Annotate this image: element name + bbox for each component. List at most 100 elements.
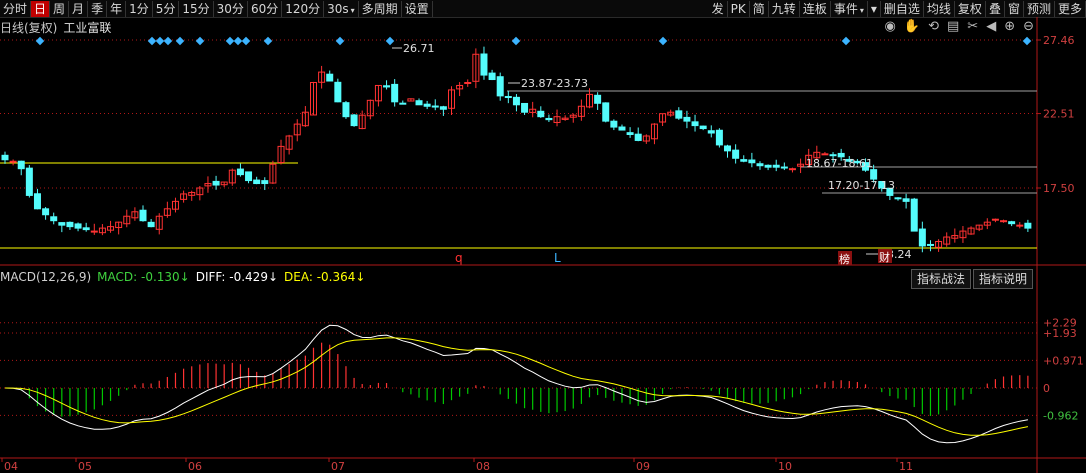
candle-body (699, 125, 707, 130)
candle-body (829, 154, 837, 157)
candle-body (870, 169, 878, 180)
event-marker (175, 36, 185, 46)
candle-body (756, 163, 764, 167)
candle-body (488, 72, 496, 81)
x-tick-label: 05 (78, 460, 92, 473)
candle-body (50, 216, 58, 222)
candle-body (350, 114, 358, 127)
candle-body (634, 133, 642, 141)
badge-bang: 榜 (839, 252, 850, 266)
event-marker (841, 36, 851, 46)
event-marker (155, 36, 165, 46)
candle-body (90, 230, 98, 233)
candle-body (423, 103, 431, 107)
candle-body (496, 76, 504, 97)
candle-body (821, 153, 829, 156)
event-marker (147, 36, 157, 46)
range1-label: 23.87-23.73 (521, 77, 588, 90)
candle-body (748, 159, 756, 164)
candle-body (740, 159, 748, 162)
candle-body (342, 102, 350, 118)
candle-body (683, 116, 691, 122)
candle-body (25, 167, 33, 196)
badge-cai: 财 (879, 250, 890, 264)
macd-tick-label: 0 (1043, 382, 1050, 395)
candle-body (1016, 224, 1024, 227)
event-marker (263, 36, 273, 46)
candle-body (894, 197, 902, 200)
dea-line (4, 337, 1029, 436)
event-marker (225, 36, 235, 46)
candle-body (66, 221, 74, 228)
candle-body (918, 228, 926, 247)
event-marker (233, 36, 243, 46)
candle-body (602, 102, 610, 122)
event-marker (385, 36, 395, 46)
candle-body (504, 96, 512, 99)
x-tick-label: 09 (636, 460, 650, 473)
candle-body (1008, 221, 1016, 225)
candle-body (991, 218, 999, 221)
candle-body (902, 198, 910, 202)
candle-body (691, 121, 699, 127)
event-marker (163, 36, 173, 46)
candle-body (33, 193, 41, 210)
candle-body (594, 94, 602, 104)
candle-body (521, 102, 529, 113)
range2-label: 18.67-18.61 (806, 157, 873, 170)
candle-body (1, 154, 9, 161)
candle-body (17, 160, 25, 170)
candle-body (139, 209, 147, 222)
candle-body (772, 164, 780, 168)
event-marker (1022, 36, 1032, 46)
candle-body (707, 130, 715, 134)
candle-body (610, 120, 618, 128)
range3-label: 17.20-17.13 (828, 179, 895, 192)
candle-body (537, 110, 545, 118)
candle-body (74, 223, 82, 229)
event-marker (335, 36, 345, 46)
event-marker (35, 36, 45, 46)
candle-body (236, 168, 244, 176)
candle-body (42, 208, 50, 216)
candle-body (545, 117, 553, 121)
candle-body (431, 105, 439, 108)
event-marker (241, 36, 251, 46)
candle-body (334, 81, 342, 103)
candle-body (618, 126, 626, 131)
stock-chart[interactable]: 27.4622.5117.50+2.29+1.93+0.9710-0.96204… (0, 0, 1086, 473)
candle-body (675, 110, 683, 119)
candle-body (926, 243, 934, 246)
x-tick-label: 10 (778, 460, 792, 473)
candle-body (253, 179, 261, 185)
candle-body (415, 100, 423, 106)
dif-line (4, 324, 1028, 444)
x-tick-label: 08 (476, 460, 490, 473)
candle-body (391, 83, 399, 103)
price-tick-label: 22.51 (1043, 108, 1075, 121)
candle-body (715, 129, 723, 146)
candle-body (910, 198, 918, 232)
candle-body (1024, 222, 1032, 229)
macd-tick-label: +1.93 (1043, 327, 1077, 340)
high-label: 26.71 (403, 42, 435, 55)
candle-body (480, 53, 488, 76)
candle-body (261, 180, 269, 185)
event-marker (195, 36, 205, 46)
mark-q: q (455, 251, 463, 265)
candle-body (212, 180, 220, 186)
x-tick-label: 06 (188, 460, 202, 473)
price-tick-label: 17.50 (1043, 182, 1075, 195)
candle-body (399, 102, 407, 105)
candle-body (58, 222, 66, 226)
event-marker (511, 36, 521, 46)
candle-body (512, 96, 520, 106)
candle-body (82, 227, 90, 231)
candle-body (383, 85, 391, 88)
x-tick-label: 04 (4, 460, 18, 473)
candle-body (788, 168, 796, 171)
candle-body (464, 81, 472, 84)
candle-body (626, 132, 634, 136)
price-tick-label: 27.46 (1043, 34, 1075, 47)
x-tick-label: 11 (899, 460, 913, 473)
